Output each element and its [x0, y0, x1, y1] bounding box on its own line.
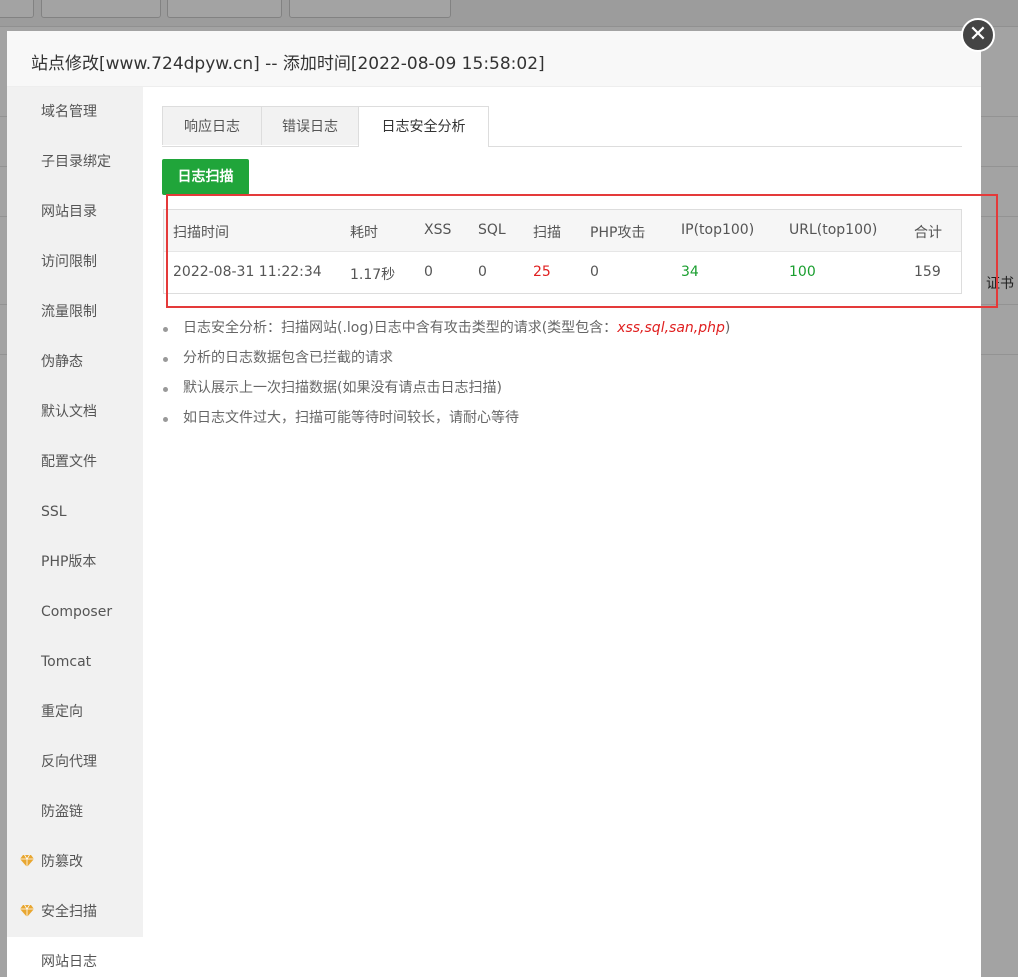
sidebar-item[interactable]: 网站日志: [7, 937, 143, 977]
sidebar-item[interactable]: 防盗链: [7, 787, 143, 837]
sidebar-item-label: PHP版本: [41, 554, 97, 570]
header-scan-time: 扫描时间: [173, 225, 229, 241]
sidebar-item-label: 子目录绑定: [41, 154, 111, 170]
note-suffix: ): [724, 320, 731, 336]
tab-error-log[interactable]: 错误日志: [261, 106, 359, 145]
note-emphasis: xss,sql,san,php: [617, 320, 725, 336]
sidebar-item[interactable]: 反向代理: [7, 737, 143, 787]
close-icon: ✕: [968, 22, 988, 47]
sidebar: 域名管理子目录绑定网站目录访问限制流量限制伪静态默认文档配置文件 SSL PHP版本…: [7, 87, 143, 977]
cell-scan-time: 2022-08-31 11:22:34: [173, 264, 322, 280]
sidebar-item-label: 反向代理: [41, 754, 97, 770]
bullet-icon: [163, 357, 168, 362]
help-notes: 日志安全分析：扫描网站(.log)日志中含有攻击类型的请求(类型包含：xss,s…: [163, 318, 943, 438]
sidebar-item[interactable]: Composer: [7, 587, 143, 637]
modal-title: 站点修改[www.724dpyw.cn] -- 添加时间[2022-08-09 …: [31, 54, 545, 74]
note-text: 默认展示上一次扫描数据(如果没有请点击日志扫描): [183, 380, 502, 396]
bullet-icon: [163, 417, 168, 422]
sidebar-item-label: 重定向: [41, 704, 83, 720]
sidebar-item[interactable]: 网站目录: [7, 187, 143, 237]
header-php-attack: PHP攻击: [590, 225, 646, 241]
close-button[interactable]: ✕: [961, 18, 995, 52]
sidebar-item[interactable]: SSL: [7, 487, 143, 537]
site-edit-modal: 站点修改[www.724dpyw.cn] -- 添加时间[2022-08-09 …: [7, 31, 981, 977]
header-ip-top100: IP(top100): [681, 222, 755, 238]
table-header: 扫描时间 耗时 XSS SQL 扫描 PHP攻击 IP(top100) URL(…: [164, 210, 961, 252]
tab-log-security-analysis[interactable]: 日志安全分析: [358, 106, 489, 147]
sidebar-item-label: 网站日志: [41, 954, 97, 970]
sidebar-item[interactable]: 默认文档: [7, 387, 143, 437]
sidebar-item[interactable]: 伪静态: [7, 337, 143, 387]
header-sql: SQL: [478, 222, 506, 238]
sidebar-item-label: 防篡改: [41, 854, 83, 870]
note-text: 日志安全分析：扫描网站(.log)日志中含有攻击类型的请求(类型包含：: [183, 320, 618, 336]
sidebar-item-label: Composer: [41, 604, 113, 620]
log-scan-button[interactable]: 日志扫描: [162, 159, 249, 195]
diamond-icon: [20, 905, 34, 917]
tab-response-log[interactable]: 响应日志: [162, 106, 262, 145]
note-text: 如日志文件过大，扫描可能等待时间较长，请耐心等待: [183, 410, 519, 426]
list-item: 分析的日志数据包含已拦截的请求: [163, 348, 943, 378]
sidebar-item[interactable]: 访问限制: [7, 237, 143, 287]
tab-bar: 响应日志 错误日志 日志安全分析: [162, 106, 962, 147]
sidebar-item-label: 安全扫描: [41, 904, 97, 920]
sidebar-item-label: 伪静态: [41, 354, 83, 370]
cell-total: 159: [914, 264, 941, 280]
sidebar-item[interactable]: 安全扫描: [7, 887, 143, 937]
sidebar-item-label: 配置文件: [41, 454, 97, 470]
content-panel: 响应日志 错误日志 日志安全分析 日志扫描 扫描时间 耗时 XSS SQL 扫描…: [143, 87, 981, 977]
list-item: 如日志文件过大，扫描可能等待时间较长，请耐心等待: [163, 408, 943, 438]
note-text: 分析的日志数据包含已拦截的请求: [183, 350, 393, 366]
cell-duration: 1.17秒: [350, 267, 396, 283]
sidebar-item-label: Tomcat: [41, 654, 92, 670]
header-url-top100: URL(top100): [789, 222, 878, 238]
cell-sql: 0: [478, 264, 487, 280]
sidebar-item[interactable]: 防篡改: [7, 837, 143, 887]
sidebar-item-label: 流量限制: [41, 304, 97, 320]
sidebar-item-label: 访问限制: [41, 254, 97, 270]
sidebar-item-label: 域名管理: [41, 104, 97, 120]
list-item: 日志安全分析：扫描网站(.log)日志中含有攻击类型的请求(类型包含：xss,s…: [163, 318, 943, 348]
sidebar-item[interactable]: 域名管理: [7, 87, 143, 137]
cell-xss: 0: [424, 264, 433, 280]
header-xss: XSS: [424, 222, 452, 238]
bullet-icon: [163, 327, 168, 332]
sidebar-item[interactable]: 配置文件: [7, 437, 143, 487]
sidebar-item-label: 网站目录: [41, 204, 97, 220]
sidebar-item[interactable]: 重定向: [7, 687, 143, 737]
sidebar-item[interactable]: 流量限制: [7, 287, 143, 337]
sidebar-item[interactable]: Tomcat: [7, 637, 143, 687]
sidebar-item-label: SSL: [41, 504, 67, 520]
diamond-icon: [20, 855, 34, 867]
sidebar-item[interactable]: 子目录绑定: [7, 137, 143, 187]
cell-php-attack: 0: [590, 264, 599, 280]
modal-header: 站点修改[www.724dpyw.cn] -- 添加时间[2022-08-09 …: [7, 31, 981, 87]
cell-url-link[interactable]: 100: [789, 264, 816, 280]
sidebar-item-label: 防盗链: [41, 804, 83, 820]
header-duration: 耗时: [350, 225, 378, 241]
bullet-icon: [163, 387, 168, 392]
scan-result-table: 扫描时间 耗时 XSS SQL 扫描 PHP攻击 IP(top100) URL(…: [163, 209, 962, 294]
sidebar-item[interactable]: PHP版本: [7, 537, 143, 587]
cell-ip-link[interactable]: 34: [681, 264, 699, 280]
list-item: 默认展示上一次扫描数据(如果没有请点击日志扫描): [163, 378, 943, 408]
cell-scan-link[interactable]: 25: [533, 264, 551, 280]
header-total: 合计: [914, 225, 942, 241]
sidebar-item-label: 默认文档: [41, 404, 97, 420]
header-scan: 扫描: [533, 225, 561, 241]
